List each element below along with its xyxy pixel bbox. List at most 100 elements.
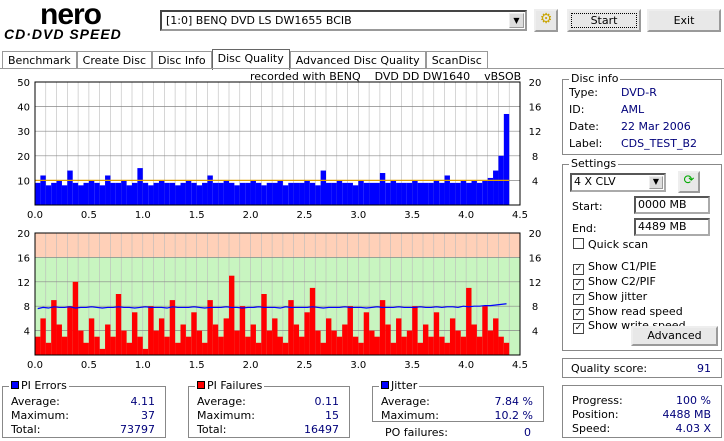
pie-bar xyxy=(379,173,386,205)
pif-bar xyxy=(417,342,423,355)
pif-bar xyxy=(229,275,235,355)
pif-bar xyxy=(293,324,300,355)
chevron-down-icon[interactable]: ▼ xyxy=(509,13,524,28)
pie-bar xyxy=(299,182,305,205)
pif-bar xyxy=(277,336,283,355)
pif-bar xyxy=(245,336,251,355)
settings-title: Settings xyxy=(569,157,619,170)
pie-bar xyxy=(94,182,100,205)
pie-bar xyxy=(245,182,251,205)
pif-bar xyxy=(94,336,100,355)
pif-bar xyxy=(288,300,294,355)
pif-bar xyxy=(223,318,229,355)
drive-select[interactable]: [1:0] BENQ DVD LS DW1655 BCIB ▼ xyxy=(160,10,527,31)
checkbox-label: Show jitter xyxy=(588,290,648,303)
pie-bar xyxy=(153,182,159,205)
checkbox-show-read-speed[interactable]: ✓ Show read speed xyxy=(573,305,683,320)
y2-tick-label: 16 xyxy=(529,253,542,264)
pie-bar xyxy=(503,113,510,205)
pif-bar xyxy=(385,324,391,355)
cd-dvd-speed-logo: CD·DVD SPEED xyxy=(4,26,122,42)
pif-bar xyxy=(476,336,483,355)
x-tick-label: 4.5 xyxy=(512,360,528,370)
pif-bar xyxy=(153,330,159,355)
checkbox-show-c2-pif[interactable]: ✓ Show C2/PIF xyxy=(573,275,656,290)
checkbox-show-c1-pie[interactable]: ✓ Show C1/PIE xyxy=(573,260,656,275)
pif-bar xyxy=(326,318,332,355)
checkbox-box[interactable]: ✓ xyxy=(573,264,584,275)
pie-bar xyxy=(250,180,256,205)
x-tick-label: 2.0 xyxy=(243,360,259,370)
pie-bar xyxy=(282,185,289,205)
pie-bar xyxy=(115,182,122,205)
start-button[interactable]: Start xyxy=(567,9,641,32)
pif-bar xyxy=(363,312,370,355)
checkbox-show-jitter[interactable]: ✓ Show jitter xyxy=(573,290,647,305)
tab-scandisc[interactable]: ScanDisc xyxy=(425,51,488,69)
checkbox-box[interactable]: ✓ xyxy=(573,294,584,305)
eject-icon[interactable]: ⚙ xyxy=(534,9,558,32)
pie-bar xyxy=(423,182,429,205)
y-tick-label: 30 xyxy=(17,127,30,138)
disc-info-label: Type: xyxy=(569,86,598,99)
pif-bar xyxy=(331,330,337,355)
checkbox-quick-scan[interactable]: Quick scan xyxy=(573,238,648,251)
pif-bar xyxy=(239,306,246,355)
chevron-down-icon[interactable]: ▼ xyxy=(649,176,663,189)
pif-bar xyxy=(471,324,477,355)
pif-bar xyxy=(137,336,143,355)
pie-bar xyxy=(121,180,127,205)
pie-bar xyxy=(78,185,84,205)
pif-bar xyxy=(51,300,57,355)
tab-benchmark[interactable]: Benchmark xyxy=(2,51,77,69)
advanced-button[interactable]: Advanced xyxy=(631,326,718,346)
pif-bar xyxy=(78,330,84,355)
drive-select-value: [1:0] BENQ DVD LS DW1655 BCIB xyxy=(166,14,352,27)
progress-label: Progress: xyxy=(572,394,623,407)
pif-bar xyxy=(261,294,267,355)
exit-button[interactable]: Exit xyxy=(647,9,721,32)
group-title-text: Jitter xyxy=(391,379,418,392)
speed-select[interactable]: 4 X CLV ▼ xyxy=(570,173,666,192)
x-tick-label: 0.0 xyxy=(27,360,43,370)
stat-label: Average: xyxy=(11,395,60,408)
tab-disc-info[interactable]: Disc Info xyxy=(152,51,212,69)
quality-score-label: Quality score: xyxy=(571,362,648,375)
disc-info-label: ID: xyxy=(569,103,585,116)
pie-bar xyxy=(261,185,267,205)
pie-bar xyxy=(223,180,229,205)
pif-bar xyxy=(83,342,89,355)
checkbox-box[interactable]: ✓ xyxy=(573,279,584,290)
tab-create-disc[interactable]: Create Disc xyxy=(76,51,153,69)
tab-bar: Benchmark Create Disc Disc Info Disc Qualit… xyxy=(2,49,488,70)
pie-bar xyxy=(433,180,440,205)
checkbox-box[interactable]: ✓ xyxy=(573,323,584,334)
disc-info-value: AML xyxy=(621,103,645,116)
pie-bar xyxy=(229,182,235,205)
po-failures-value: 0 xyxy=(524,426,531,439)
pif-bar xyxy=(234,330,240,355)
pie-bar xyxy=(315,185,321,205)
pif-bar xyxy=(196,330,203,355)
speed-select-value: 4 X CLV xyxy=(574,175,616,188)
pie-bar xyxy=(266,182,273,205)
start-input[interactable]: 0000 MB xyxy=(634,196,710,214)
pie-bar xyxy=(493,170,499,205)
pif-bar xyxy=(347,306,353,355)
refresh-icon[interactable]: ⟳ xyxy=(678,171,700,193)
checkbox-box[interactable] xyxy=(573,238,584,249)
pif-bar xyxy=(212,324,219,355)
pie-bar xyxy=(180,182,186,205)
stat-label: Total: xyxy=(11,423,41,436)
tab-advanced-disc-quality[interactable]: Advanced Disc Quality xyxy=(289,51,426,69)
pie-bar xyxy=(374,182,380,205)
end-input[interactable]: 4489 MB xyxy=(634,218,710,236)
tab-disc-quality[interactable]: Disc Quality xyxy=(211,49,290,70)
x-tick-label: 1.0 xyxy=(135,210,151,221)
pie-bar xyxy=(218,182,224,205)
pif-bar xyxy=(148,306,154,355)
pif-bar xyxy=(460,336,467,355)
x-tick-label: 1.5 xyxy=(189,360,205,370)
x-tick-label: 1.5 xyxy=(189,210,205,221)
stat-label: Maximum: xyxy=(197,409,255,422)
